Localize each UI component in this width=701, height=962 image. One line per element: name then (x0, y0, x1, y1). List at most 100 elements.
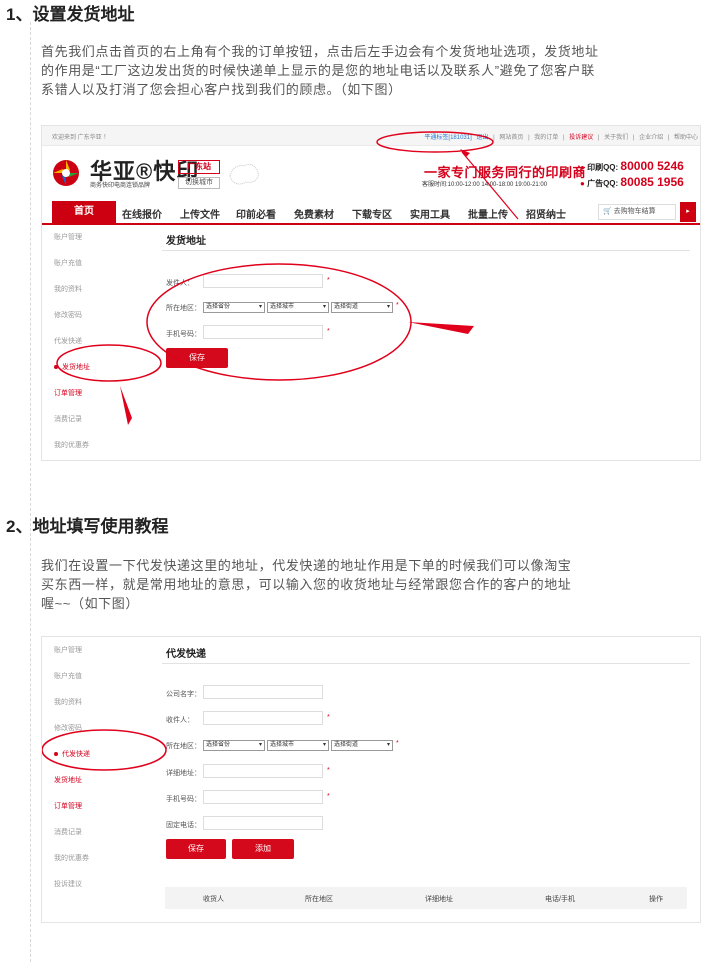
main-nav: 首页 在线报价 上传文件 印前必看 免费素材 下载专区 实用工具 批量上传 招贤… (42, 201, 700, 225)
cart-button[interactable]: 🛒 去购物车结算 (598, 204, 676, 220)
brand-logo-icon[interactable] (50, 158, 86, 188)
sidebar-item-password[interactable]: 修改密码 (54, 723, 82, 733)
required-mark: * (327, 277, 330, 284)
timeline-guide (30, 22, 31, 962)
sender-input[interactable] (203, 274, 323, 288)
address-input[interactable] (203, 764, 323, 778)
required-mark: * (327, 767, 330, 774)
separator: | (528, 135, 530, 141)
sidebar-item-profile[interactable]: 我的资料 (54, 284, 82, 294)
sidebar-item-coupons[interactable]: 我的优惠券 (54, 440, 89, 450)
logout-link[interactable]: 退出 (476, 135, 488, 141)
city-select[interactable]: 选择城市 ▾ (267, 302, 329, 313)
username-link[interactable]: 平通标签[181031] (424, 135, 471, 141)
required-mark: * (327, 793, 330, 800)
landline-label: 固定电话： (166, 822, 201, 829)
nav-upload[interactable]: 上传文件 (180, 206, 220, 221)
recipient-input[interactable] (203, 711, 323, 725)
phone-input[interactable] (203, 325, 323, 339)
sidebar-item-recharge[interactable]: 账户充值 (54, 258, 82, 268)
sidebar-item-coupons[interactable]: 我的优惠券 (54, 853, 89, 863)
nav-free-assets[interactable]: 免费素材 (294, 206, 334, 221)
sidebar-item-orders[interactable]: 订单管理 (54, 801, 82, 811)
sidebar-item-shipping-address[interactable]: 发货地址 (54, 362, 90, 372)
help-link[interactable]: 帮助中心 (674, 135, 698, 141)
company-link[interactable]: 企业介绍 (639, 135, 663, 141)
top-links: 平通标签[181031] 退出 | 网站首页 | 我的订单 | 投诉建议 | 关… (421, 132, 698, 141)
sender-label: 发件人： (166, 280, 194, 287)
street-value: 选择街道 (334, 304, 359, 310)
home-link[interactable]: 网站首页 (499, 135, 523, 141)
company-input[interactable] (203, 685, 323, 699)
col-phone: 电话/手机 (545, 896, 575, 903)
chevron-down-icon: ▾ (258, 742, 262, 748)
active-dot-icon (54, 752, 58, 757)
sidebar-item-proxy-express[interactable]: 代发快递 (54, 749, 90, 759)
section1-paragraph: 首先我们点击首页的右上角有个我的订单按钮，点击后左手边会有个发货地址选项，发货地… (41, 42, 681, 99)
separator: | (597, 135, 600, 141)
sidebar-item-orders[interactable]: 订单管理 (54, 388, 82, 398)
qq-number: 80085 1956 (620, 175, 684, 189)
panel-divider (162, 250, 690, 251)
province-select[interactable]: 选择省份 ▾ (203, 740, 265, 751)
street-select[interactable]: 选择街道 ▾ (331, 740, 393, 751)
nav-tools[interactable]: 实用工具 (410, 206, 450, 221)
section1-line-2: 的作用是“工厂这边发出货的时候快递单上显示的是您的地址电话以及联系人”避免了您客… (41, 63, 595, 78)
sidebar-item-consumption[interactable]: 消费记录 (54, 414, 82, 424)
sidebar-item-account[interactable]: 账户管理 (54, 232, 82, 242)
nav-downloads[interactable]: 下载专区 (352, 206, 392, 221)
sidebar-item-profile[interactable]: 我的资料 (54, 697, 82, 707)
panel-divider (162, 663, 690, 664)
save-button[interactable]: 保存 (166, 348, 228, 368)
qq-label: 广告QQ: (587, 179, 619, 188)
street-value: 选择街道 (334, 742, 359, 748)
complaint-link[interactable]: 投诉建议 (569, 135, 593, 141)
nav-arrow-icon[interactable]: ▸ (680, 202, 696, 222)
my-orders-link[interactable]: 我的订单 (534, 135, 558, 141)
panel-title: 代发快递 (166, 649, 206, 660)
qq-number: 80000 5246 (620, 159, 684, 173)
screenshot-proxy-express: 账户管理 账户充值 我的资料 修改密码 代发快递 发货地址 订单管理 消费记录 … (41, 636, 701, 923)
add-button[interactable]: 添加 (232, 839, 294, 859)
nav-careers[interactable]: 招贤纳士 (526, 206, 566, 221)
section2-title: 2、地址填写使用教程 (6, 517, 169, 536)
col-address: 详细地址 (425, 896, 453, 903)
province-select[interactable]: 选择省份 ▾ (203, 302, 265, 313)
section1-title: 1、设置发货地址 (6, 5, 135, 24)
panel-title: 发货地址 (166, 236, 206, 247)
landline-input[interactable] (203, 816, 323, 830)
sidebar-item-label: 代发快递 (62, 751, 90, 758)
phone-label: 手机号码： (166, 331, 201, 338)
province-value: 选择省份 (206, 742, 231, 748)
chevron-down-icon: ▾ (386, 304, 390, 310)
city-select[interactable]: 选择城市 ▾ (267, 740, 329, 751)
qq-label: 印刷QQ: (587, 163, 619, 172)
chevron-down-icon: ▾ (386, 742, 390, 748)
sidebar-item-consumption[interactable]: 消费记录 (54, 827, 82, 837)
ad-qq: ● 广告QQ: 80085 1956 (580, 175, 684, 189)
sidebar-item-label: 发货地址 (62, 364, 90, 371)
save-button[interactable]: 保存 (166, 839, 226, 859)
street-select[interactable]: 选择街道 ▾ (331, 302, 393, 313)
screenshot-shipping-address: 欢迎来到 广东华亚 ！ 平通标签[181031] 退出 | 网站首页 | 我的订… (41, 125, 701, 461)
qq-penguin-icon: ● (580, 163, 585, 172)
sidebar-item-account[interactable]: 账户管理 (54, 645, 82, 655)
sidebar-item-complaint[interactable]: 投诉建议 (54, 879, 82, 889)
phone-input[interactable] (203, 790, 323, 804)
sidebar-item-recharge[interactable]: 账户充值 (54, 671, 82, 681)
nav-home[interactable]: 首页 (52, 201, 116, 223)
switch-city-button[interactable]: 切换城市 (178, 177, 220, 189)
sidebar-item-shipping-address[interactable]: 发货地址 (54, 775, 82, 785)
nav-prepress[interactable]: 印前必看 (236, 206, 276, 221)
recipient-label: 收件人： (166, 717, 194, 724)
nav-batch-upload[interactable]: 批量上传 (468, 206, 508, 221)
company-label: 公司名字： (166, 691, 201, 698)
chevron-down-icon: ▾ (322, 304, 326, 310)
sidebar-item-proxy-express[interactable]: 代发快递 (54, 336, 82, 346)
phone-label: 手机号码： (166, 796, 201, 803)
nav-online-quote[interactable]: 在线报价 (122, 206, 162, 221)
sidebar-item-password[interactable]: 修改密码 (54, 310, 82, 320)
separator: | (667, 135, 670, 141)
address-label: 详细地址： (166, 770, 201, 777)
about-link[interactable]: 关于我们 (604, 135, 628, 141)
